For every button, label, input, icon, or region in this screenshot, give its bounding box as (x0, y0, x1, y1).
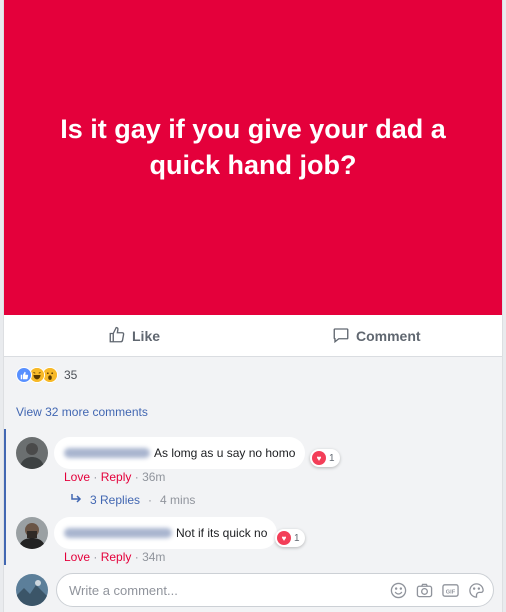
reaction-count: 35 (64, 368, 78, 382)
reactions-summary[interactable]: 35 (16, 367, 77, 383)
comments-section: 35 View 32 more comments As lomg as u sa… (4, 357, 502, 612)
reply-link[interactable]: Reply (101, 470, 132, 484)
like-button[interactable]: Like (108, 315, 160, 357)
comment-time: 36m (142, 470, 166, 484)
thread-indicator (4, 429, 6, 521)
comment-input[interactable] (69, 582, 369, 598)
comment-meta: Love · Reply · 34m (64, 550, 166, 564)
comment-reaction-count: 1 (294, 532, 300, 544)
comment-text: Not if its quick no (176, 526, 268, 540)
comment-composer: GIF (56, 573, 494, 607)
avatar[interactable] (16, 437, 48, 469)
view-replies-row[interactable]: 3 Replies · 4 mins (70, 493, 195, 507)
comment-bubble: As lomg as u say no homo (54, 437, 306, 469)
heart-icon: ♥ (277, 531, 291, 545)
thumbs-up-icon (108, 326, 126, 347)
sticker-icon[interactable] (467, 581, 485, 599)
comment-meta: Love · Reply · 36m (64, 470, 166, 484)
comment-time: 34m (142, 550, 166, 564)
love-link[interactable]: Love (64, 550, 90, 564)
like-label: Like (132, 328, 161, 344)
camera-icon[interactable] (415, 581, 433, 599)
post-actions: Like Comment (4, 315, 502, 357)
gif-icon[interactable]: GIF (441, 581, 459, 599)
emoji-icon[interactable] (389, 581, 407, 599)
comment-bubble: Not if its quick no (54, 517, 278, 549)
composer-tools: GIF (389, 581, 485, 599)
reply-arrow-icon (70, 493, 82, 507)
reply-link[interactable]: Reply (101, 550, 132, 564)
thread-indicator (4, 509, 6, 565)
comment-reaction-badge[interactable]: ♥ 1 (310, 449, 340, 467)
comment-button[interactable]: Comment (332, 315, 421, 357)
replies-link[interactable]: 3 Replies (90, 493, 140, 507)
svg-text:GIF: GIF (445, 589, 455, 595)
comment-text: As lomg as u say no homo (154, 446, 296, 460)
post-text: Is it gay if you give your dad a quick h… (60, 113, 446, 180)
commenter-name[interactable] (64, 448, 150, 458)
avatar[interactable] (16, 517, 48, 549)
replies-time: 4 mins (160, 493, 196, 507)
like-icon (16, 367, 32, 383)
commenter-name[interactable] (64, 528, 172, 538)
avatar[interactable] (16, 574, 48, 606)
heart-icon: ♥ (312, 451, 326, 465)
love-link[interactable]: Love (64, 470, 90, 484)
comment-reaction-badge[interactable]: ♥ 1 (275, 529, 305, 547)
view-more-comments-link[interactable]: View 32 more comments (16, 405, 148, 419)
post-card: Is it gay if you give your dad a quick h… (3, 0, 503, 612)
comment-label: Comment (356, 328, 421, 344)
comment-bubble-icon (332, 326, 350, 347)
comment-reaction-count: 1 (329, 452, 335, 464)
post-banner: Is it gay if you give your dad a quick h… (4, 0, 502, 315)
